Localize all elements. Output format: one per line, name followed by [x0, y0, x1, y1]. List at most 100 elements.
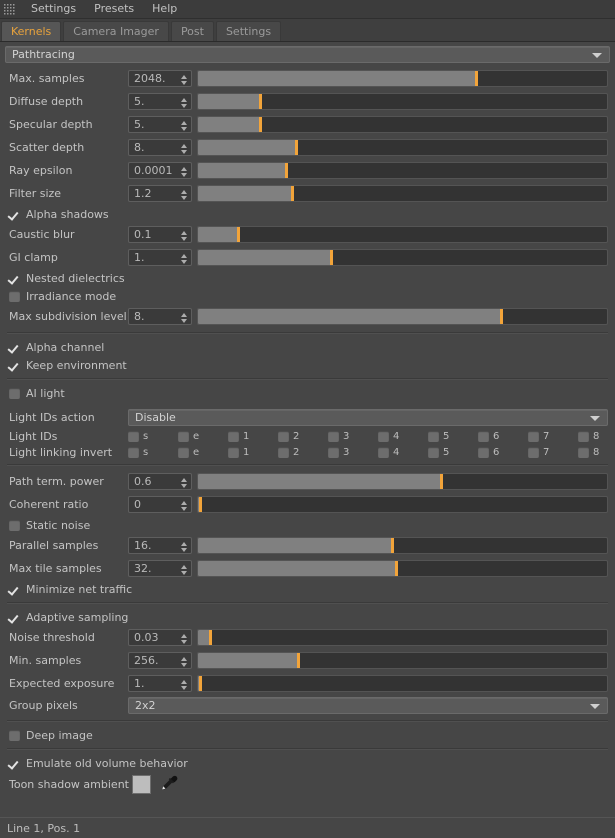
spinner-arrows-icon[interactable]	[181, 678, 187, 691]
checkbox-alpha-channel[interactable]: Alpha channel	[5, 338, 610, 356]
value-path-term-power: 0.6	[134, 475, 152, 488]
spinner-arrows-icon[interactable]	[181, 119, 187, 132]
checkbox-irradiance-mode[interactable]: Irradiance mode	[5, 287, 610, 305]
grip-dots-icon[interactable]	[4, 3, 15, 15]
input-specular-depth[interactable]: 5.	[128, 116, 192, 133]
slider-parallel-samples[interactable]	[197, 537, 608, 554]
light-id-cell-5[interactable]: 5	[428, 430, 478, 442]
spinner-arrows-icon[interactable]	[181, 655, 187, 668]
input-coherent-ratio[interactable]: 0	[128, 496, 192, 513]
spinner-arrows-icon[interactable]	[181, 499, 187, 512]
menu-help[interactable]: Help	[143, 0, 186, 18]
spinner-arrows-icon[interactable]	[181, 188, 187, 201]
light-id-cell-2[interactable]: 2	[278, 430, 328, 442]
checkbox-unchecked-icon	[228, 446, 239, 458]
input-max-tile-samples[interactable]: 32.	[128, 560, 192, 577]
spinner-arrows-icon[interactable]	[181, 540, 187, 553]
slider-coherent-ratio[interactable]	[197, 496, 608, 513]
tab-kernels[interactable]: Kernels	[1, 21, 62, 41]
select-light-ids-action[interactable]: Disable	[128, 409, 608, 426]
light-linking-cell-8[interactable]: 8	[578, 446, 615, 458]
spinner-arrows-icon[interactable]	[181, 476, 187, 489]
slider-caustic-blur[interactable]	[197, 226, 608, 243]
slider-max-subdivision-level[interactable]	[197, 308, 608, 325]
input-ray-epsilon[interactable]: 0.0001	[128, 162, 192, 179]
light-id-cell-s[interactable]: s	[128, 430, 178, 442]
slider-path-term-power[interactable]	[197, 473, 608, 490]
eyedropper-icon[interactable]	[159, 774, 181, 794]
spinner-arrows-icon[interactable]	[181, 73, 187, 86]
tab-camera-imager[interactable]: Camera Imager	[63, 21, 169, 41]
input-expected-exposure[interactable]: 1.	[128, 675, 192, 692]
input-gi-clamp[interactable]: 1.	[128, 249, 192, 266]
slider-specular-depth[interactable]	[197, 116, 608, 133]
select-group-pixels[interactable]: 2x2	[128, 697, 608, 714]
menu-presets[interactable]: Presets	[85, 0, 143, 18]
slider-gi-clamp[interactable]	[197, 249, 608, 266]
light-linking-cell-3[interactable]: 3	[328, 446, 378, 458]
row-expected-exposure: Expected exposure 1.	[5, 672, 610, 695]
spinner-arrows-icon[interactable]	[181, 311, 187, 324]
light-linking-cell-4[interactable]: 4	[378, 446, 428, 458]
checkbox-emulate-old-volume-behavior[interactable]: Emulate old volume behavior	[5, 754, 610, 772]
light-linking-cell-7[interactable]: 7	[528, 446, 578, 458]
light-id-label: s	[143, 430, 149, 442]
slider-ray-epsilon[interactable]	[197, 162, 608, 179]
light-id-cell-3[interactable]: 3	[328, 430, 378, 442]
spinner-arrows-icon[interactable]	[181, 142, 187, 155]
spinner-arrows-icon[interactable]	[181, 165, 187, 178]
light-linking-cell-5[interactable]: 5	[428, 446, 478, 458]
spinner-arrows-icon[interactable]	[181, 632, 187, 645]
menu-settings[interactable]: Settings	[22, 0, 85, 18]
light-id-cell-1[interactable]: 1	[228, 430, 278, 442]
light-linking-cell-1[interactable]: 1	[228, 446, 278, 458]
input-caustic-blur[interactable]: 0.1	[128, 226, 192, 243]
light-id-cell-4[interactable]: 4	[378, 430, 428, 442]
label-scatter-depth: Scatter depth	[9, 141, 85, 154]
input-parallel-samples[interactable]: 16.	[128, 537, 192, 554]
spinner-arrows-icon[interactable]	[181, 252, 187, 265]
input-noise-threshold[interactable]: 0.03	[128, 629, 192, 646]
tab-post[interactable]: Post	[170, 21, 214, 41]
light-linking-cell-e[interactable]: e	[178, 446, 228, 458]
light-id-cell-e[interactable]: e	[178, 430, 228, 442]
input-scatter-depth[interactable]: 8.	[128, 139, 192, 156]
kernel-type-select[interactable]: Pathtracing	[5, 46, 610, 63]
slider-max-samples[interactable]	[197, 70, 608, 87]
spinner-arrows-icon[interactable]	[181, 229, 187, 242]
spinner-arrows-icon[interactable]	[181, 96, 187, 109]
light-linking-cell-6[interactable]: 6	[478, 446, 528, 458]
input-filter-size[interactable]: 1.2	[128, 185, 192, 202]
checkbox-keep-environment[interactable]: Keep environment	[5, 356, 610, 374]
checkbox-static-noise[interactable]: Static noise	[5, 516, 610, 534]
slider-filter-size[interactable]	[197, 185, 608, 202]
input-diffuse-depth[interactable]: 5.	[128, 93, 192, 110]
checkbox-nested-dielectrics[interactable]: Nested dielectrics	[5, 269, 610, 287]
light-linking-cell-s[interactable]: s	[128, 446, 178, 458]
checkbox-adaptive-sampling[interactable]: Adaptive sampling	[5, 608, 610, 626]
input-min-samples[interactable]: 256.	[128, 652, 192, 669]
checkbox-checked-icon	[9, 209, 20, 220]
row-specular-depth: Specular depth 5.	[5, 113, 610, 136]
tab-settings[interactable]: Settings	[215, 21, 282, 41]
light-id-cell-8[interactable]: 8	[578, 430, 615, 442]
value-gi-clamp: 1.	[134, 251, 145, 264]
input-path-term-power[interactable]: 0.6	[128, 473, 192, 490]
checkbox-deep-image[interactable]: Deep image	[5, 726, 610, 744]
checkbox-ai-light[interactable]: AI light	[5, 384, 610, 402]
slider-expected-exposure[interactable]	[197, 675, 608, 692]
light-id-cell-7[interactable]: 7	[528, 430, 578, 442]
input-max-subdivision-level[interactable]: 8.	[128, 308, 192, 325]
slider-max-tile-samples[interactable]	[197, 560, 608, 577]
light-id-cell-6[interactable]: 6	[478, 430, 528, 442]
color-swatch-toon-shadow-ambient[interactable]	[132, 774, 151, 794]
slider-diffuse-depth[interactable]	[197, 93, 608, 110]
spinner-arrows-icon[interactable]	[181, 563, 187, 576]
slider-min-samples[interactable]	[197, 652, 608, 669]
slider-scatter-depth[interactable]	[197, 139, 608, 156]
light-linking-cell-2[interactable]: 2	[278, 446, 328, 458]
slider-noise-threshold[interactable]	[197, 629, 608, 646]
input-max-samples[interactable]: 2048.	[128, 70, 192, 87]
checkbox-minimize-net-traffic[interactable]: Minimize net traffic	[5, 580, 610, 598]
checkbox-alpha-shadows[interactable]: Alpha shadows	[5, 205, 610, 223]
